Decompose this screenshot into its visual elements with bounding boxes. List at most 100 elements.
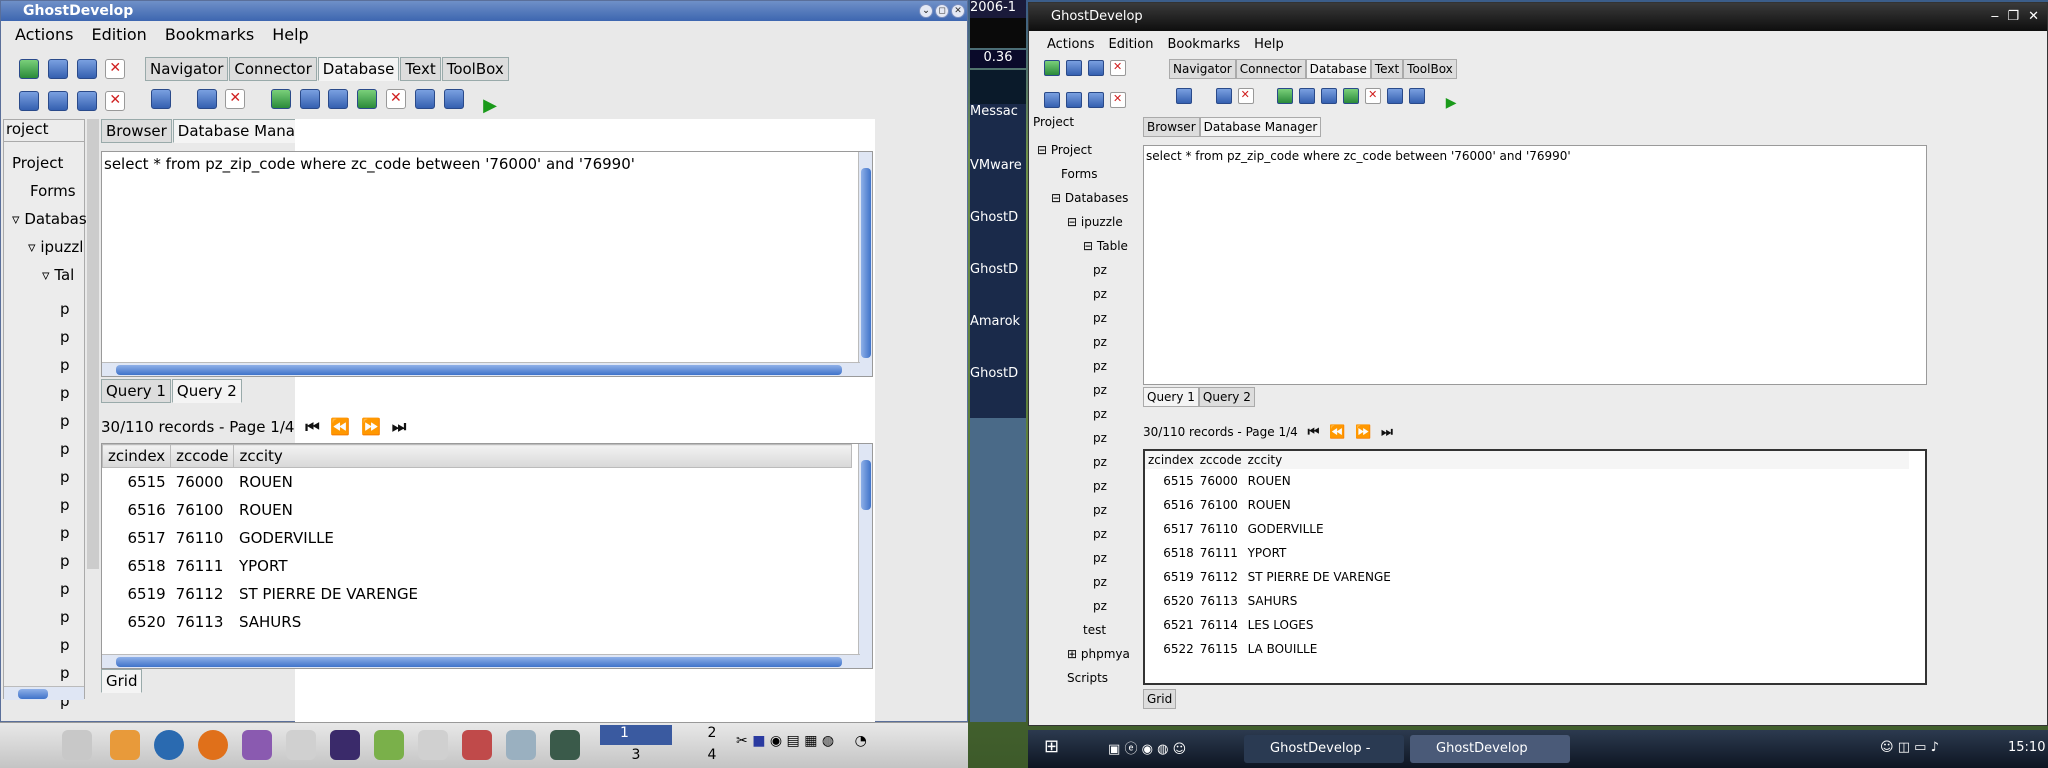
- import-icon[interactable]: [1409, 88, 1426, 104]
- cell-zcindex[interactable]: 6515: [103, 468, 171, 496]
- table-row[interactable]: 6515 76000 ROUEN: [103, 468, 852, 496]
- tab-query-1[interactable]: Query 1: [1143, 387, 1199, 407]
- col-zcindex[interactable]: zcindex: [1145, 451, 1197, 469]
- task-ghostdevelop[interactable]: GhostDevelop: [1410, 735, 1570, 763]
- tree-table-item[interactable]: pz: [1093, 287, 1107, 301]
- left-titlebar[interactable]: GhostDevelop ⌄ ◻ ✕: [1, 1, 967, 21]
- close-icon[interactable]: ✕: [951, 4, 965, 18]
- ql-users-icon[interactable]: ☺: [1173, 742, 1187, 757]
- menu-help[interactable]: Help: [272, 25, 308, 44]
- commit-icon[interactable]: [357, 89, 378, 109]
- table-row[interactable]: 6517 76110 GODERVILLE: [1145, 517, 1909, 541]
- ql-firefox-icon[interactable]: ◍: [1157, 742, 1168, 757]
- sql-editor[interactable]: select * from pz_zip_code where zc_code …: [1143, 145, 1927, 385]
- tree-project[interactable]: Project: [12, 154, 63, 172]
- maximize-icon[interactable]: ◻: [935, 4, 949, 18]
- cell-zcindex[interactable]: 6518: [1145, 541, 1197, 565]
- ql-ie-icon[interactable]: ⓔ: [1124, 742, 1137, 757]
- tree-table-item[interactable]: pz: [1093, 407, 1107, 421]
- home-icon[interactable]: [110, 730, 140, 760]
- tree-table-item[interactable]: p: [60, 580, 70, 598]
- col-zccity[interactable]: zccity: [1244, 451, 1909, 469]
- query-icon[interactable]: [1299, 88, 1316, 104]
- right-titlebar[interactable]: GhostDevelop ‒ ❐ ✕: [1029, 3, 2047, 31]
- first-page-icon[interactable]: ⏮: [305, 417, 319, 437]
- tab-toolbox[interactable]: ToolBox: [1403, 59, 1457, 79]
- tab-text[interactable]: Text: [400, 57, 441, 81]
- cell-zccity[interactable]: YPORT: [1245, 541, 1909, 565]
- sql-vscroll[interactable]: [858, 152, 872, 376]
- strip-amarok[interactable]: Amarok: [970, 314, 1026, 366]
- tray-flag-icon[interactable]: ■: [752, 733, 765, 749]
- cell-zccity[interactable]: ROUEN: [1245, 493, 1909, 517]
- first-page-icon[interactable]: ⏮: [1308, 425, 1320, 440]
- col-zccode[interactable]: zccode: [170, 444, 235, 468]
- save-icon[interactable]: [76, 59, 97, 79]
- tab-browser[interactable]: Browser: [1143, 117, 1200, 137]
- connect-icon[interactable]: [1044, 60, 1060, 76]
- close-icon[interactable]: ✕: [2028, 3, 2039, 31]
- tree-table-item[interactable]: pz: [1093, 311, 1107, 325]
- tree-ipuzzle[interactable]: ⊟ ipuzzle: [1067, 215, 1123, 229]
- commit-icon[interactable]: [1343, 88, 1360, 104]
- monitor-icon[interactable]: [418, 730, 448, 760]
- cell-zccode[interactable]: 76113: [171, 608, 234, 636]
- sidebar-hscroll[interactable]: [4, 686, 84, 700]
- cell-zccode[interactable]: 76110: [1197, 517, 1245, 541]
- tray-sound-icon[interactable]: ♪: [1931, 740, 1939, 755]
- app-icon[interactable]: [286, 730, 316, 760]
- tray-tool-icon[interactable]: ✂: [736, 733, 748, 749]
- cell-zcindex[interactable]: 6520: [103, 608, 171, 636]
- pager-desktop-1[interactable]: 1: [600, 725, 672, 745]
- cell-zcindex[interactable]: 6516: [1145, 493, 1197, 517]
- tree-forms[interactable]: Forms: [1061, 167, 1097, 181]
- tree-table-item[interactable]: p: [60, 328, 70, 346]
- tree-databases[interactable]: ⊟ Databases: [1051, 191, 1128, 205]
- next-page-icon[interactable]: ⏩: [1355, 425, 1371, 440]
- tab-query-2[interactable]: Query 2: [171, 379, 242, 403]
- db-edit-icon[interactable]: [1215, 88, 1232, 104]
- db-delete-icon[interactable]: [1237, 88, 1254, 104]
- tray-display-icon[interactable]: ▭: [1914, 740, 1926, 755]
- collapse-icon[interactable]: ▿: [42, 266, 54, 284]
- tab-connector[interactable]: Connector: [1235, 59, 1306, 79]
- tree-table-item[interactable]: p: [60, 524, 70, 542]
- tree-table-item[interactable]: p: [60, 664, 70, 682]
- tab-navigator[interactable]: Navigator: [1169, 59, 1236, 79]
- tree-table-item[interactable]: pz: [1093, 527, 1107, 541]
- query-icon[interactable]: [299, 89, 320, 109]
- export-icon[interactable]: [414, 89, 435, 109]
- cell-zccode[interactable]: 76114: [1197, 613, 1245, 637]
- table-row[interactable]: 6518 76111 YPORT: [103, 552, 852, 580]
- cell-zccity[interactable]: GODERVILLE: [234, 524, 852, 552]
- tray-sound-icon[interactable]: ◍: [822, 733, 834, 749]
- tray-user-icon[interactable]: ☺: [1880, 740, 1894, 755]
- sql-hscroll[interactable]: [102, 362, 860, 376]
- sql-text[interactable]: select * from pz_zip_code where zc_code …: [102, 152, 872, 176]
- next-page-icon[interactable]: ⏩: [361, 417, 381, 436]
- tree-test[interactable]: test: [1083, 623, 1106, 637]
- cell-zccity[interactable]: ROUEN: [234, 468, 852, 496]
- ql-chrome-icon[interactable]: ◉: [1142, 742, 1153, 757]
- tree-table-item[interactable]: pz: [1093, 455, 1107, 469]
- cell-zccode[interactable]: 76000: [1197, 469, 1245, 493]
- minimize-icon[interactable]: ⌄: [919, 4, 933, 18]
- cell-zccity[interactable]: ROUEN: [234, 496, 852, 524]
- tab-navigator[interactable]: Navigator: [145, 57, 229, 81]
- db-new-icon[interactable]: [151, 89, 171, 109]
- connect-icon[interactable]: [19, 59, 39, 79]
- table-row[interactable]: 6521 76114 LES LOGES: [1145, 613, 1909, 637]
- table-row[interactable]: 6522 76115 LA BOUILLE: [1145, 637, 1909, 661]
- table-row[interactable]: 6520 76113 SAHURS: [1145, 589, 1909, 613]
- tree-databases[interactable]: ▿ Databas: [12, 210, 87, 228]
- save-icon[interactable]: [1088, 60, 1104, 76]
- open-icon[interactable]: [47, 59, 68, 79]
- terminal-icon[interactable]: [550, 730, 580, 760]
- table-row[interactable]: 6519 76112 ST PIERRE DE VARENGE: [1145, 565, 1909, 589]
- table-row[interactable]: 6515 76000 ROUEN: [1145, 469, 1909, 493]
- cell-zcindex[interactable]: 6520: [1145, 589, 1197, 613]
- tree-table-item[interactable]: pz: [1093, 431, 1107, 445]
- cell-zccity[interactable]: GODERVILLE: [1245, 517, 1909, 541]
- ql-desktop-icon[interactable]: ▣: [1108, 742, 1120, 757]
- tab-connector[interactable]: Connector: [229, 57, 317, 81]
